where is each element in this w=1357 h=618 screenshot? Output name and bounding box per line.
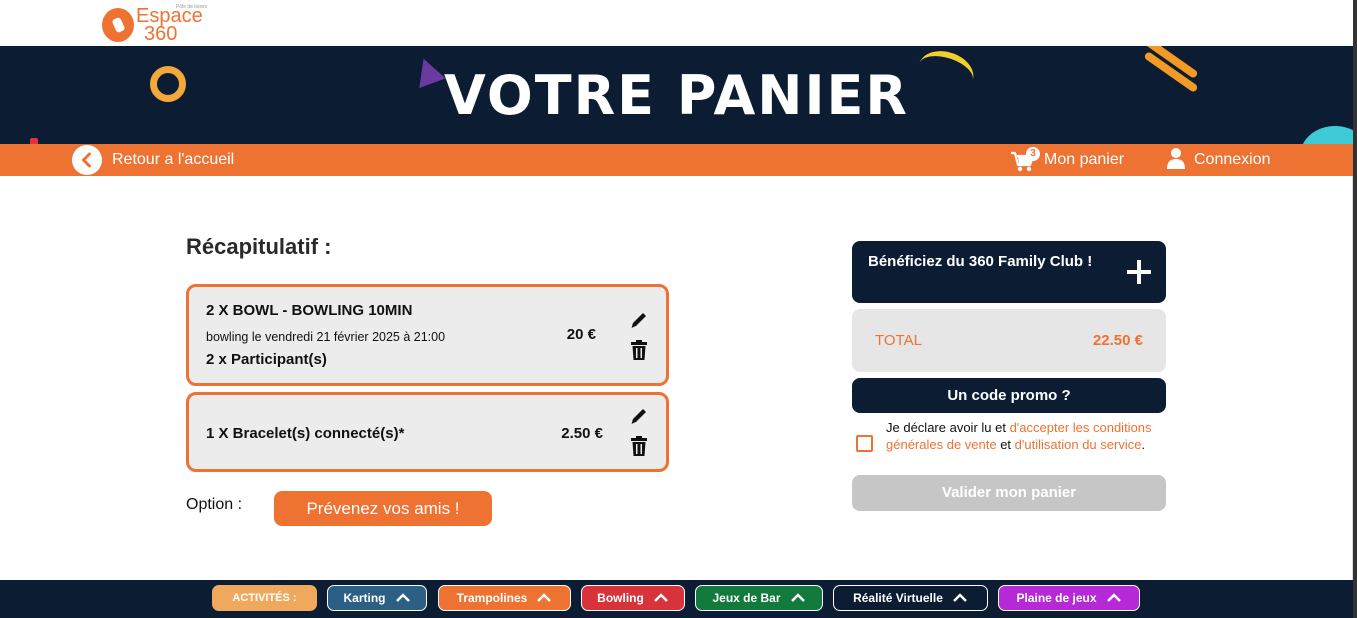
- pill-label: Trampolines: [456, 591, 528, 605]
- activity-pill-bowling[interactable]: Bowling: [581, 585, 685, 611]
- activity-pill-trampolines[interactable]: Trampolines: [438, 585, 571, 611]
- decor-circle-shape: [1300, 126, 1353, 144]
- family-club-label: Bénéficiez du 360 Family Club !: [868, 253, 1093, 270]
- item-price: 20 €: [566, 326, 596, 343]
- family-club-toggle[interactable]: Bénéficiez du 360 Family Club !: [852, 241, 1166, 303]
- pill-label: Jeux de Bar: [712, 591, 781, 605]
- chevron-up-icon: [653, 593, 668, 602]
- validate-cart-button[interactable]: Valider mon panier: [852, 475, 1166, 511]
- terms-suffix: .: [1141, 437, 1146, 452]
- delete-trash-icon[interactable]: [628, 339, 650, 361]
- activity-pill-plaine-de-jeux[interactable]: Plaine de jeux: [998, 585, 1140, 611]
- item-name: 1 X Bracelet(s) connecté(s)*: [206, 425, 405, 442]
- chevron-up-icon: [395, 593, 410, 602]
- logo-bar: Pôle de loisirs Espace 360: [0, 0, 1353, 46]
- chevron-up-icon: [953, 593, 967, 602]
- back-home-link[interactable]: Retour a l'accueil: [72, 145, 235, 175]
- terms-text: Je déclare avoir lu et d'accepter les co…: [886, 419, 1156, 453]
- cart-icon: 3: [1010, 147, 1040, 173]
- edit-pencil-icon[interactable]: [628, 405, 650, 427]
- cart-count-badge: 3: [1026, 147, 1040, 161]
- back-home-label: Retour a l'accueil: [112, 151, 235, 168]
- total-value: 22.50 €: [1092, 332, 1143, 349]
- activity-pill-karting[interactable]: Karting: [327, 585, 427, 611]
- notify-friends-button[interactable]: Prévenez vos amis !: [274, 491, 492, 526]
- chevron-up-icon: [790, 593, 805, 602]
- logo-mark-icon: [102, 8, 134, 42]
- terms-middle: et: [996, 437, 1015, 452]
- terms-service-link[interactable]: d'utilisation du service: [1015, 437, 1142, 452]
- user-icon: [1166, 147, 1186, 174]
- terms-prefix: Je déclare avoir lu et: [886, 420, 1010, 435]
- item-price: 2.50 €: [561, 425, 603, 442]
- chevron-left-icon: [72, 145, 102, 175]
- cart-item-bracelet: 1 X Bracelet(s) connecté(s)* 2.50 €: [186, 392, 669, 472]
- login-label: Connexion: [1194, 151, 1271, 168]
- edit-pencil-icon[interactable]: [628, 309, 650, 331]
- chevron-up-icon: [537, 593, 552, 602]
- total-label: TOTAL: [875, 332, 922, 349]
- page-title: VOTRE PANIER: [443, 64, 910, 127]
- pill-label: Réalité Virtuelle: [853, 591, 943, 605]
- logo-number: 360: [144, 23, 178, 45]
- page-banner: VOTRE PANIER: [0, 46, 1353, 144]
- cart-label: Mon panier: [1044, 151, 1125, 168]
- window-edge: [1353, 0, 1357, 618]
- nav-bar: Retour a l'accueil 3 Mon panier Connexio…: [0, 144, 1353, 176]
- terms-checkbox[interactable]: [856, 435, 873, 452]
- plus-icon: [1127, 260, 1151, 284]
- pill-label: Plaine de jeux: [1016, 591, 1097, 605]
- page: Pôle de loisirs Espace 360 VOTRE PANIER …: [0, 0, 1353, 618]
- chevron-up-icon: [1106, 593, 1121, 602]
- total-box: TOTAL 22.50 €: [852, 309, 1166, 372]
- cart-item-bowling: 2 X BOWL - BOWLING 10MIN bowling le vend…: [186, 284, 669, 386]
- item-detail: bowling le vendredi 21 février 2025 à 21…: [206, 330, 446, 344]
- pill-label: Karting: [343, 591, 386, 605]
- pill-label: Bowling: [597, 591, 644, 605]
- activity-pill-jeux-de-bar[interactable]: Jeux de Bar: [695, 585, 823, 611]
- option-label: Option :: [186, 496, 243, 513]
- espace-360-logo[interactable]: Pôle de loisirs Espace 360: [100, 4, 210, 44]
- recap-heading: Récapitulatif :: [186, 234, 332, 259]
- item-participants: 2 x Participant(s): [206, 351, 327, 368]
- delete-trash-icon[interactable]: [628, 435, 650, 457]
- activities-label: ACTIVITÉS :: [212, 585, 317, 611]
- item-name: 2 X BOWL - BOWLING 10MIN: [206, 302, 413, 319]
- activities-footer: ACTIVITÉS : Karting Trampolines Bowling …: [0, 580, 1353, 618]
- activity-pill-realite-virtuelle[interactable]: Réalité Virtuelle: [833, 585, 988, 611]
- cart-link[interactable]: 3 Mon panier: [1010, 146, 1124, 174]
- promo-code-button[interactable]: Un code promo ?: [852, 378, 1166, 413]
- login-link[interactable]: Connexion: [1166, 146, 1271, 174]
